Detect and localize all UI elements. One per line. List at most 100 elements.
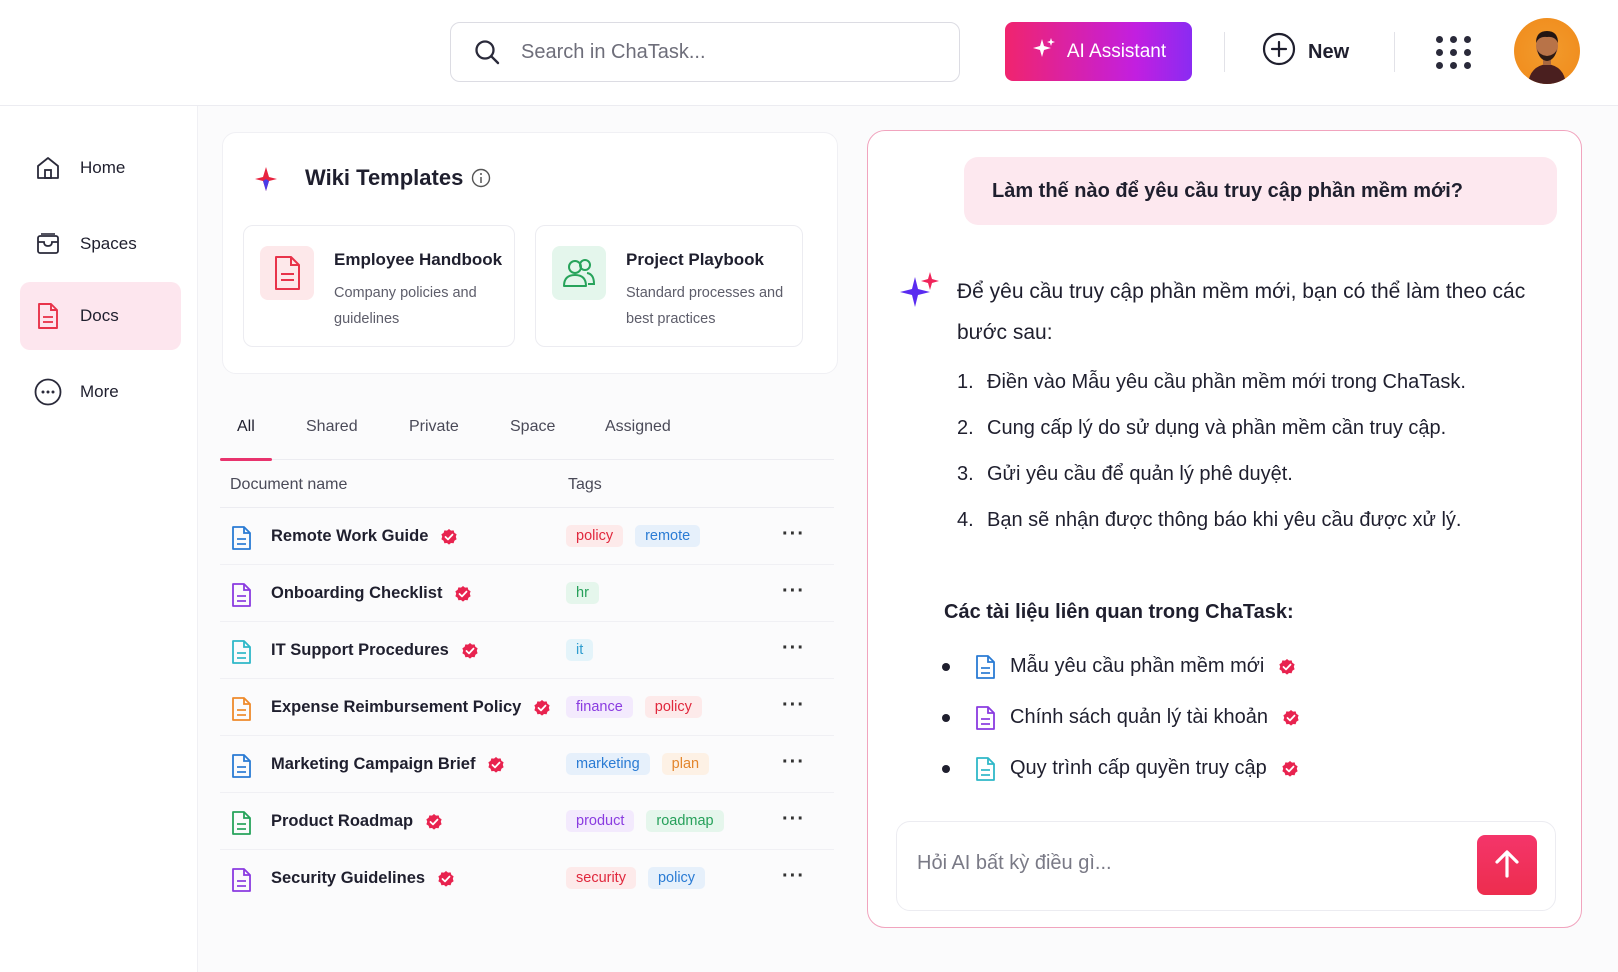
row-more-button[interactable]: ··· (782, 808, 805, 831)
bullet (942, 764, 950, 773)
row-more-button[interactable]: ··· (782, 637, 805, 660)
ai-input-box (896, 821, 1556, 911)
answer-step: 3. Gửi yêu cầu để quản lý phê duyệt. (957, 463, 1293, 485)
tag-badge[interactable]: plan (661, 753, 710, 775)
template-title: Employee Handbook (334, 250, 503, 269)
table-row[interactable]: Security Guidelines security policy ··· (220, 850, 834, 907)
tab-space[interactable]: Space (510, 418, 555, 436)
verified-badge-icon (533, 699, 551, 717)
column-tags: Tags (568, 476, 602, 493)
answer-step: 1. Điền vào Mẫu yêu cầu phần mềm mới tron… (957, 371, 1466, 393)
table-row[interactable]: IT Support Procedures it ··· (220, 622, 834, 679)
tab-all[interactable]: All (237, 418, 255, 436)
verified-badge-icon (1281, 760, 1299, 778)
document-name[interactable]: Remote Work Guide (271, 527, 458, 546)
tag-badge[interactable]: it (566, 639, 594, 661)
document-name[interactable]: Security Guidelines (271, 869, 455, 888)
document-name[interactable]: Onboarding Checklist (271, 584, 472, 603)
document-name[interactable]: IT Support Procedures (271, 641, 479, 660)
row-more-button[interactable]: ··· (782, 694, 805, 717)
sidebar-item-spaces[interactable]: Spaces (20, 210, 181, 278)
user-avatar[interactable] (1514, 18, 1580, 84)
inbox-icon (34, 230, 62, 258)
ai-assistant-label: AI Assistant (1066, 40, 1167, 62)
row-more-button[interactable]: ··· (782, 751, 805, 774)
verified-badge-icon (487, 756, 505, 774)
tag-badge[interactable]: policy (644, 696, 702, 718)
sidebar-item-docs[interactable]: Docs (20, 282, 181, 350)
send-button[interactable] (1477, 835, 1537, 895)
document-icon (230, 867, 252, 898)
new-button[interactable]: New (1262, 30, 1349, 74)
tag-badge[interactable]: policy (647, 867, 706, 889)
search-icon (473, 38, 501, 66)
header-divider (1224, 32, 1225, 72)
answer-step: 2. Cung cấp lý do sử dụng và phần mềm cần… (957, 417, 1447, 439)
ai-prompt-input[interactable] (917, 852, 1437, 875)
table-row[interactable]: Marketing Campaign Brief marketing plan ··· (220, 736, 834, 793)
wiki-templates-title: Wiki Templates (305, 165, 464, 190)
tag-list: marketing plan (566, 753, 710, 775)
tag-badge[interactable]: policy (566, 525, 624, 547)
row-more-button[interactable]: ··· (782, 523, 805, 546)
table-row[interactable]: Product Roadmap product roadmap ··· (220, 793, 834, 850)
user-message: Làm thế nào để yêu cầu truy cập phần mềm… (964, 157, 1557, 225)
grid-icon[interactable] (1434, 32, 1474, 72)
related-doc-item[interactable]: Chính sách quản lý tài khoản (942, 692, 1300, 743)
tag-badge[interactable]: product (566, 810, 635, 832)
document-name[interactable]: Expense Reimbursement Policy (271, 698, 551, 717)
table-row[interactable]: Expense Reimbursement Policy finance polic… (220, 679, 834, 736)
related-doc-item[interactable]: Quy trình cấp quyền truy cập (942, 743, 1300, 794)
tab-assigned[interactable]: Assigned (605, 418, 671, 436)
ai-answer-intro: Để yêu cầu truy cập phần mềm mới, bạn có… (957, 280, 1526, 344)
ai-answer-steps: 1. Điền vào Mẫu yêu cầu phần mềm mới tron… (957, 371, 1466, 555)
related-doc-item[interactable]: Mẫu yêu cầu phần mềm mới (942, 641, 1300, 692)
app-root: AI Assistant New (0, 0, 1618, 972)
template-card-project-playbook[interactable]: Project Playbook Standard processes and … (535, 225, 803, 347)
document-icon (230, 582, 252, 613)
tab-private[interactable]: Private (409, 418, 459, 436)
ai-assistant-button[interactable]: AI Assistant (1005, 22, 1192, 81)
sidebar-item-label: More (80, 382, 119, 401)
tag-badge[interactable]: roadmap (646, 810, 724, 832)
sparkle-icon (1031, 36, 1057, 68)
more-circle-icon (34, 378, 62, 406)
search-bar[interactable] (450, 22, 960, 82)
plus-circle-icon (1262, 32, 1296, 72)
document-name[interactable]: Marketing Campaign Brief (271, 755, 505, 774)
row-more-button[interactable]: ··· (782, 865, 805, 888)
template-description: Standard processes and best practices (626, 285, 784, 327)
template-card-employee-handbook[interactable]: Employee Handbook Company policies and g… (243, 225, 515, 347)
verified-badge-icon (1282, 709, 1300, 727)
table-header: Document name Tags (220, 460, 834, 508)
table-row[interactable]: Onboarding Checklist hr ··· (220, 565, 834, 622)
sidebar-item-home[interactable]: Home (20, 134, 181, 202)
document-icon (230, 696, 252, 727)
document-icon (34, 302, 62, 330)
tag-badge[interactable]: hr (566, 582, 599, 604)
document-icon (974, 654, 996, 680)
search-input[interactable] (521, 40, 921, 64)
document-icon (974, 756, 996, 782)
tag-list: product roadmap (566, 810, 724, 832)
tag-list: security policy (566, 867, 706, 889)
document-icon (230, 639, 252, 670)
document-name[interactable]: Product Roadmap (271, 812, 443, 831)
tag-badge[interactable]: remote (635, 525, 701, 547)
home-icon (34, 154, 62, 182)
tag-badge[interactable]: finance (566, 696, 633, 718)
wiki-templates-panel: Wiki Templates Employee Handbook Company… (222, 132, 838, 374)
tag-badge[interactable]: security (566, 867, 636, 889)
table-row[interactable]: Remote Work Guide policy remote ··· (220, 508, 834, 565)
sidebar-item-label: Home (80, 158, 126, 177)
info-icon[interactable] (471, 168, 491, 193)
sidebar-item-more[interactable]: More (20, 358, 181, 426)
verified-badge-icon (437, 870, 455, 888)
related-doc-label: Chính sách quản lý tài khoản (1010, 706, 1268, 728)
users-icon (552, 246, 606, 300)
documents-table: Document name Tags Remote Work Guide poli… (220, 460, 834, 907)
ai-assistant-panel: Làm thế nào để yêu cầu truy cập phần mềm… (867, 130, 1582, 928)
row-more-button[interactable]: ··· (782, 580, 805, 603)
tab-shared[interactable]: Shared (306, 418, 358, 436)
tag-badge[interactable]: marketing (566, 753, 650, 775)
